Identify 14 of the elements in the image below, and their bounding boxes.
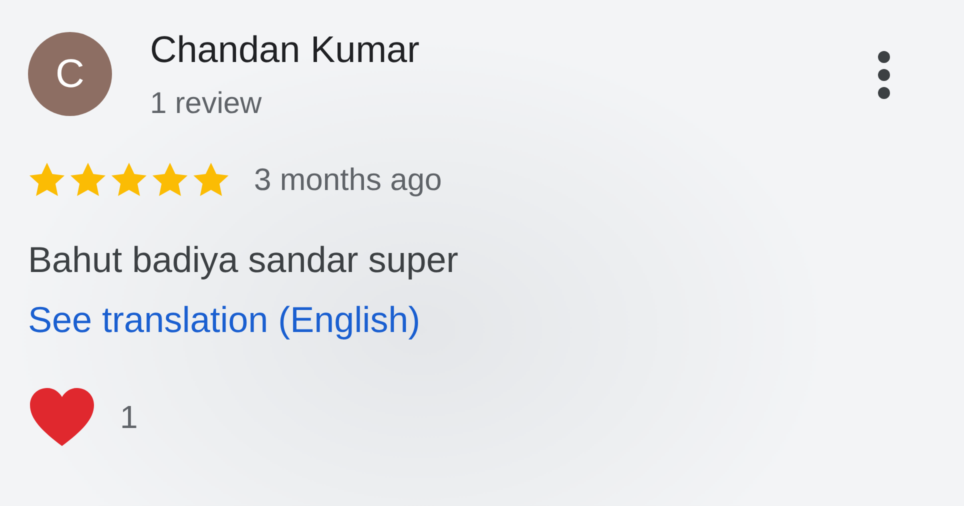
star-icon: [28, 162, 66, 198]
star-icon: [151, 162, 189, 198]
more-options-icon[interactable]: [876, 50, 892, 100]
review-time: 3 months ago: [254, 162, 442, 198]
review-count: 1 review: [150, 86, 263, 122]
star-icon: [110, 162, 148, 198]
avatar: C: [28, 32, 112, 116]
reaction-count: 1: [120, 398, 138, 436]
star-icon: [192, 162, 230, 198]
review-text: Bahut badiya sandar super: [28, 238, 460, 282]
star-icon: [69, 162, 107, 198]
heart-icon[interactable]: [28, 386, 96, 448]
reviewer-name: Chandan Kumar: [150, 30, 420, 70]
translation-link[interactable]: See translation (English): [28, 298, 420, 342]
